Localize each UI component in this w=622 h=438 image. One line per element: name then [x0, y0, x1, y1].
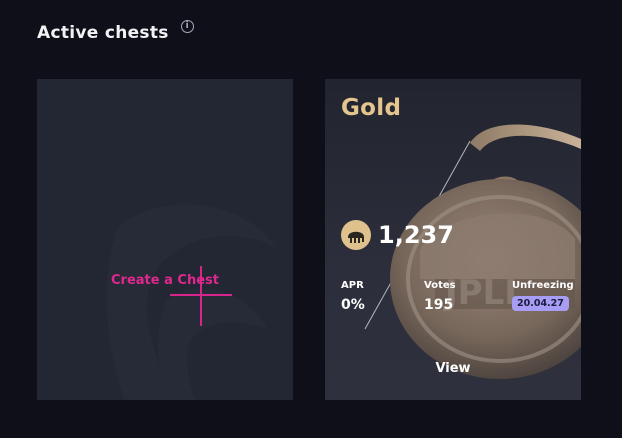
info-icon[interactable]: i: [180, 20, 194, 33]
create-chest-card[interactable]: Create a Chest: [37, 79, 293, 400]
apr-label: APR: [341, 280, 364, 291]
apr-value: 0%: [341, 297, 365, 313]
section-title: Active chests: [37, 23, 169, 43]
unfreezing-label: Unfreezing: [512, 280, 574, 291]
unfreezing-stat: Unfreezing 20.04.27: [512, 280, 574, 311]
chest-amount-value: 1,237: [378, 221, 454, 249]
votes-stat: Votes 195: [424, 280, 456, 313]
chest-amount: 1,237: [341, 220, 454, 250]
chest-card-gold: JPLL Gold 1,237 APR 0% Votes 195 Unfreez…: [325, 79, 581, 400]
view-chest-button[interactable]: View: [325, 361, 581, 376]
apr-stat: APR 0%: [341, 280, 365, 313]
votes-label: Votes: [424, 280, 456, 291]
token-coin-icon: [341, 220, 371, 250]
create-chest-label: Create a Chest: [111, 273, 219, 288]
section-header: Active chests i: [37, 20, 194, 44]
chest-name: Gold: [341, 95, 402, 121]
unfreezing-date-badge: 20.04.27: [512, 296, 569, 311]
votes-value: 195: [424, 297, 454, 313]
